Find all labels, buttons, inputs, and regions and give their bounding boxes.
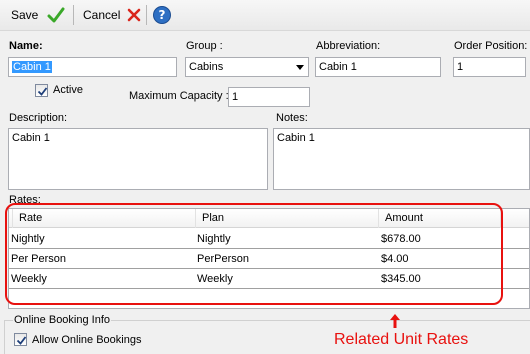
order-position-label: Order Position: [454, 40, 528, 52]
annotation-text: Related Unit Rates [334, 331, 469, 348]
name-input-value: Cabin 1 [12, 61, 52, 73]
group-select-value: Cabins [189, 61, 224, 73]
help-icon: ? [153, 6, 171, 24]
description-label: Description: [9, 112, 68, 124]
allow-online-bookings-label: Allow Online Bookings [32, 334, 142, 346]
abbreviation-input-value: Cabin 1 [319, 61, 357, 73]
notes-label: Notes: [276, 112, 308, 124]
group-border [111, 320, 530, 321]
toolbar-separator [146, 5, 147, 25]
cancel-button[interactable]: Cancel [83, 4, 142, 26]
checkmark-icon [16, 336, 27, 345]
name-label: Name: [9, 40, 43, 52]
checkmark-icon [37, 87, 48, 96]
green-check-icon [47, 6, 65, 24]
notes-textarea[interactable]: Cabin 1 [273, 128, 530, 190]
max-capacity-input[interactable]: 1 [228, 87, 310, 107]
cancel-button-label: Cancel [83, 8, 121, 22]
abbreviation-label: Abbreviation: [316, 40, 381, 52]
active-checkbox[interactable] [35, 84, 48, 97]
allow-online-bookings-checkbox[interactable] [14, 333, 27, 346]
toolbar-separator [73, 5, 74, 25]
chevron-down-icon [296, 65, 304, 70]
red-x-icon [126, 7, 142, 23]
arrow-up-icon [389, 313, 401, 332]
save-button[interactable]: Save [11, 4, 65, 26]
group-border [4, 320, 5, 354]
max-capacity-input-value: 1 [232, 91, 239, 103]
help-button[interactable]: ? [153, 4, 171, 26]
group-select[interactable]: Cabins [185, 57, 309, 77]
active-label: Active [53, 84, 83, 96]
description-textarea-value: Cabin 1 [12, 132, 50, 144]
abbreviation-input[interactable]: Cabin 1 [315, 57, 441, 77]
save-button-label: Save [11, 8, 39, 22]
annotation-highlight-box [5, 203, 503, 305]
description-textarea[interactable]: Cabin 1 [8, 128, 268, 190]
online-booking-group-label: Online Booking Info [14, 314, 111, 326]
group-label: Group : [186, 40, 223, 52]
name-input[interactable]: Cabin 1 [8, 57, 177, 77]
order-position-input[interactable]: 1 [453, 57, 526, 77]
toolbar: Save Cancel ? [0, 0, 530, 31]
group-border [4, 320, 13, 321]
order-position-input-value: 1 [457, 61, 464, 73]
max-capacity-label: Maximum Capacity : [129, 90, 229, 102]
notes-textarea-value: Cabin 1 [277, 132, 315, 144]
